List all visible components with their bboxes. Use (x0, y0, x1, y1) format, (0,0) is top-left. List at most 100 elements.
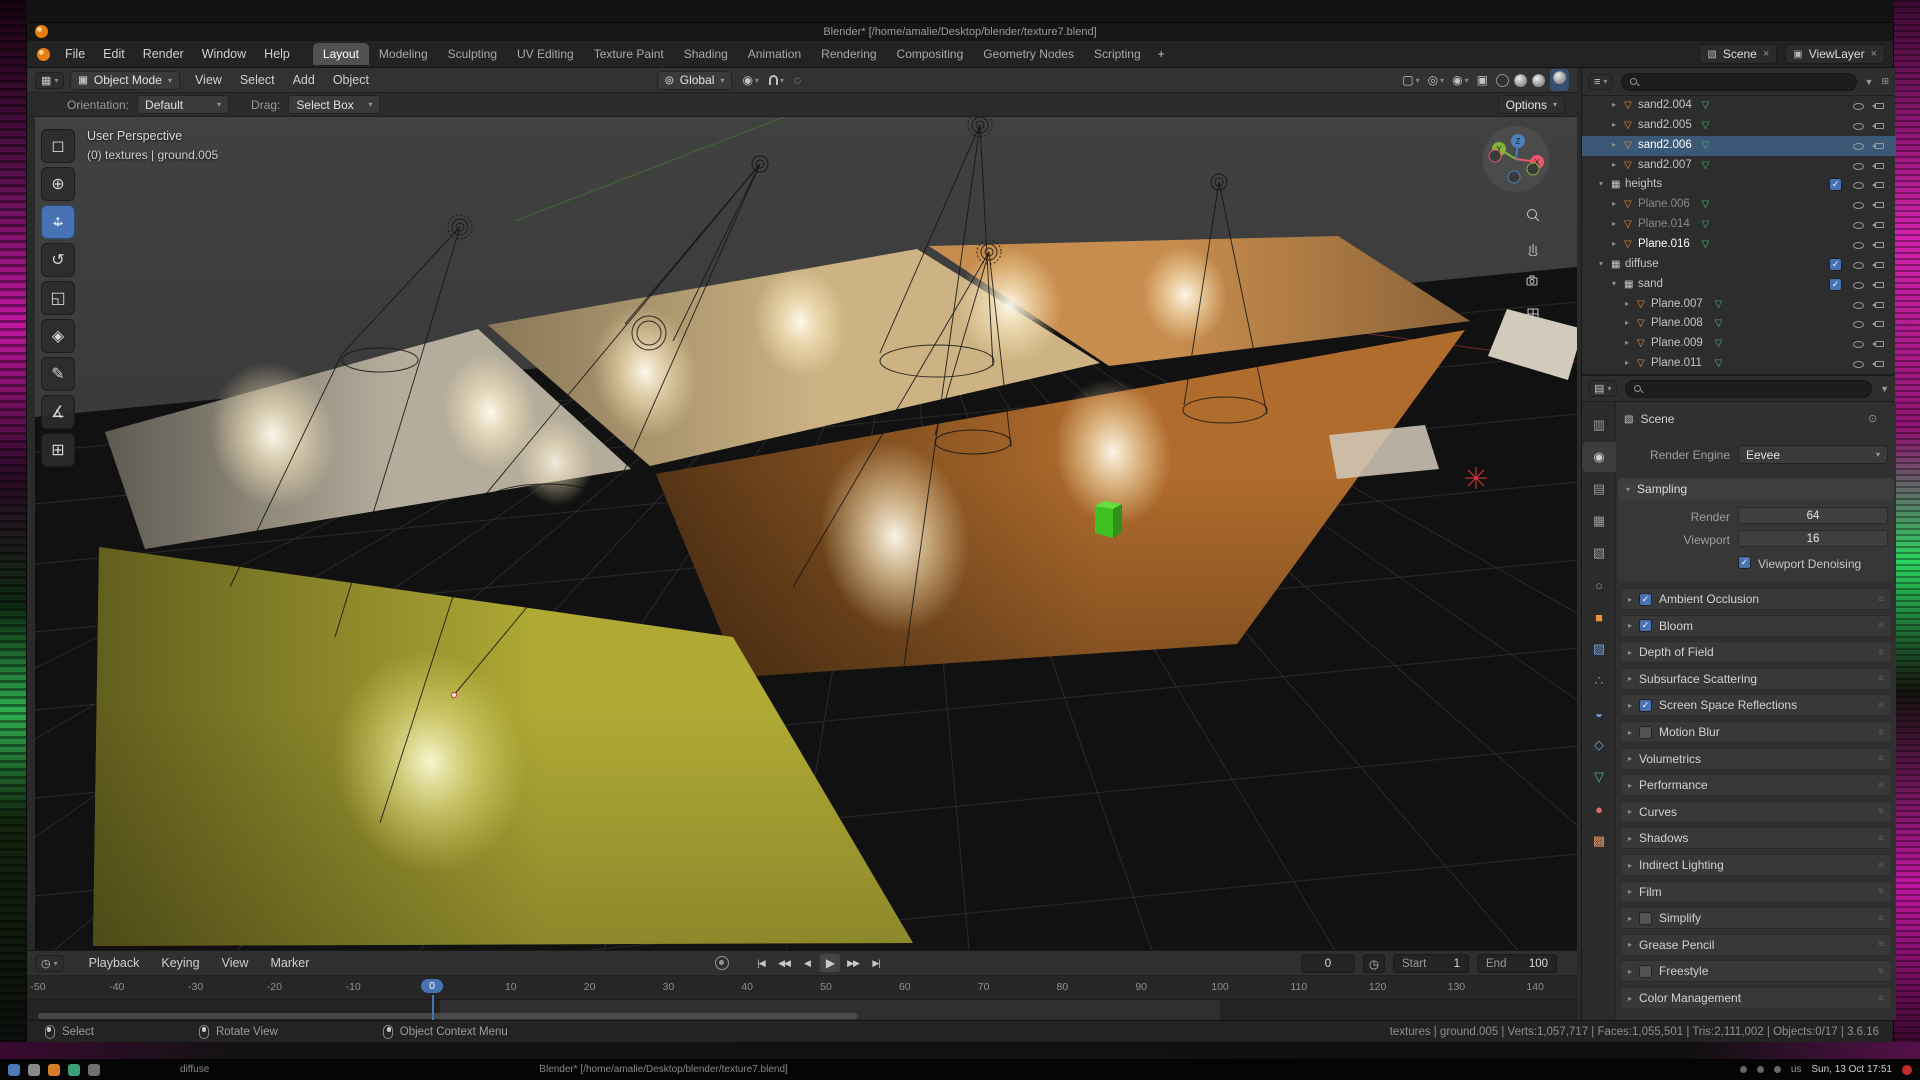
current-frame-pill[interactable]: 0 (421, 979, 443, 993)
axis-neg-z-ball[interactable] (1508, 171, 1520, 183)
hide-in-viewport-icon[interactable] (1853, 282, 1864, 289)
panel-subsurface-scattering[interactable]: ▸Subsurface Scattering≡ (1620, 668, 1892, 690)
tab-animation[interactable]: Animation (738, 43, 811, 65)
hide-in-viewport-icon[interactable] (1853, 163, 1864, 170)
properties-tab-texture[interactable]: ▩ (1582, 826, 1616, 856)
play-button[interactable]: ▶ (820, 954, 840, 972)
outliner-row-plane-006[interactable]: ▸▽Plane.006▽ (1582, 195, 1896, 215)
disable-in-render-icon[interactable] (1875, 202, 1884, 208)
outliner-row-plane-008[interactable]: ▸▽Plane.008▽ (1582, 314, 1896, 334)
gizmos-icon[interactable]: ◎▾ (1428, 73, 1445, 87)
hide-in-viewport-icon[interactable] (1853, 361, 1864, 368)
panel-performance[interactable]: ▸Performance≡ (1620, 774, 1892, 796)
3d-cursor[interactable] (452, 693, 457, 698)
expand-icon[interactable]: ▸ (1625, 338, 1629, 347)
editor-type-properties-icon[interactable]: ▤▾ (1588, 380, 1617, 397)
outliner-row-plane-011[interactable]: ▸▽Plane.011▽ (1582, 354, 1896, 374)
timeline-ruler[interactable]: -50-40-30-20-100102030405060708090100110… (27, 976, 1577, 1000)
timeline-menu-playback[interactable]: Playback (80, 953, 149, 973)
timeline-menu-view[interactable]: View (213, 953, 258, 973)
empty-gizmo[interactable] (1465, 467, 1487, 489)
hide-in-viewport-icon[interactable] (1853, 123, 1864, 130)
disable-in-render-icon[interactable] (1875, 123, 1884, 129)
tab-sculpting[interactable]: Sculpting (438, 43, 507, 65)
taskbar-app-icon[interactable] (88, 1064, 100, 1076)
panel-depth-of-field[interactable]: ▸Depth of Field≡ (1620, 641, 1892, 663)
object-visibility-icon[interactable]: ▢▾ (1402, 73, 1419, 87)
panel-indirect-lighting[interactable]: ▸Indirect Lighting≡ (1620, 854, 1892, 876)
properties-tab-object-data[interactable]: ▽ (1582, 762, 1616, 792)
end-frame-field[interactable]: End100 (1477, 954, 1557, 973)
panel-ambient-occlusion[interactable]: ▸✓Ambient Occlusion≡ (1620, 588, 1892, 610)
panel-checkbox[interactable]: ✓ (1639, 619, 1652, 632)
expand-icon[interactable]: ▸ (1612, 219, 1616, 228)
hide-in-viewport-icon[interactable] (1853, 242, 1864, 249)
timeline-menu-marker[interactable]: Marker (261, 953, 318, 973)
tab-uv-editing[interactable]: UV Editing (507, 43, 584, 65)
view-layer-selector[interactable]: ▣ ViewLayer × (1785, 44, 1885, 64)
hide-in-viewport-icon[interactable] (1853, 143, 1864, 150)
collapse-icon[interactable]: ▾ (1599, 259, 1603, 268)
panel-checkbox[interactable] (1639, 965, 1652, 978)
expand-icon[interactable]: ▸ (1612, 199, 1616, 208)
disable-in-render-icon[interactable] (1875, 361, 1884, 367)
disable-in-render-icon[interactable] (1875, 341, 1884, 347)
tool-add-cube[interactable]: ⊞ (41, 433, 75, 467)
tab-layout[interactable]: Layout (313, 43, 369, 65)
add-workspace-button[interactable]: + (1151, 43, 1172, 65)
timeline-track[interactable] (27, 1000, 1577, 1021)
tool-transform[interactable]: ◈ (41, 319, 75, 353)
transform-orientation-dropdown[interactable]: ◎Global▾ (657, 71, 732, 90)
start-frame-field[interactable]: Start1 (1393, 954, 1469, 973)
panel-curves[interactable]: ▸Curves≡ (1620, 801, 1892, 823)
sampling-panel-header[interactable]: ▾Sampling (1618, 478, 1894, 500)
drag-dropdown[interactable]: Select Box▾ (288, 95, 380, 114)
scene-selector[interactable]: ▧ Scene × (1699, 44, 1777, 64)
disable-in-render-icon[interactable] (1875, 222, 1884, 228)
outliner-row-sand2-005[interactable]: ▸▽sand2.005▽ (1582, 116, 1896, 136)
tool-rotate[interactable]: ↺ (41, 243, 75, 277)
tray-icon[interactable] (1740, 1066, 1747, 1073)
3d-viewport[interactable]: User Perspective (0) textures | ground.0… (35, 117, 1577, 950)
collapse-icon[interactable]: ▾ (1599, 179, 1603, 188)
disable-in-render-icon[interactable] (1875, 182, 1884, 188)
tab-modeling[interactable]: Modeling (369, 43, 438, 65)
menu-edit[interactable]: Edit (94, 44, 134, 64)
playback-sync-icon[interactable]: ◷ (1363, 954, 1385, 973)
expand-icon[interactable]: ▸ (1612, 239, 1616, 248)
tab-rendering[interactable]: Rendering (811, 43, 886, 65)
taskbar-app-icon[interactable] (28, 1064, 40, 1076)
menu-file[interactable]: File (56, 44, 94, 64)
properties-tab-physics[interactable]: ◒ (1582, 698, 1616, 728)
tab-geometry-nodes[interactable]: Geometry Nodes (973, 43, 1084, 65)
expand-icon[interactable]: ▸ (1612, 140, 1616, 149)
tool-move[interactable]: ↔↕ (41, 205, 75, 239)
tool-select-box[interactable]: ◻ (41, 129, 75, 163)
outliner-row-sand2-006[interactable]: ▸▽sand2.006▽ (1582, 136, 1896, 156)
tab-scripting[interactable]: Scripting (1084, 43, 1151, 65)
toggle-perspective-grid-icon[interactable] (1521, 302, 1545, 326)
collection-checkbox[interactable]: ✓ (1829, 278, 1842, 291)
menu-help[interactable]: Help (255, 44, 299, 64)
properties-filter-icon[interactable]: ▼ (1880, 384, 1889, 394)
remove-view-layer-icon[interactable]: × (1871, 48, 1877, 60)
hide-in-viewport-icon[interactable] (1853, 222, 1864, 229)
properties-tab-constraints[interactable]: ◇ (1582, 730, 1616, 760)
shading-wireframe-icon[interactable] (1496, 74, 1509, 87)
tab-texture-paint[interactable]: Texture Paint (584, 43, 674, 65)
menu-render[interactable]: Render (134, 44, 193, 64)
hide-in-viewport-icon[interactable] (1853, 103, 1864, 110)
tool-measure[interactable]: ∡ (41, 395, 75, 429)
tool-annotate[interactable]: ✎ (41, 357, 75, 391)
xray-toggle-icon[interactable]: ▣ (1477, 73, 1488, 87)
viewport-menu-object[interactable]: Object (324, 70, 378, 90)
current-frame-field[interactable]: 0 (1301, 954, 1355, 973)
auto-keying-record-icon[interactable] (715, 956, 729, 970)
pan-hand-icon[interactable] (1521, 236, 1545, 260)
outliner-row-sand2-007[interactable]: ▸▽sand2.007▽ (1582, 156, 1896, 176)
taskbar-window-button[interactable]: Blender* [/home/amalie/Desktop/blender/t… (539, 1064, 787, 1075)
tab-compositing[interactable]: Compositing (887, 43, 974, 65)
collapse-icon[interactable]: ▾ (1612, 279, 1616, 288)
taskbar-app-icon[interactable] (68, 1064, 80, 1076)
taskbar-window-button[interactable]: diffuse (180, 1064, 209, 1075)
